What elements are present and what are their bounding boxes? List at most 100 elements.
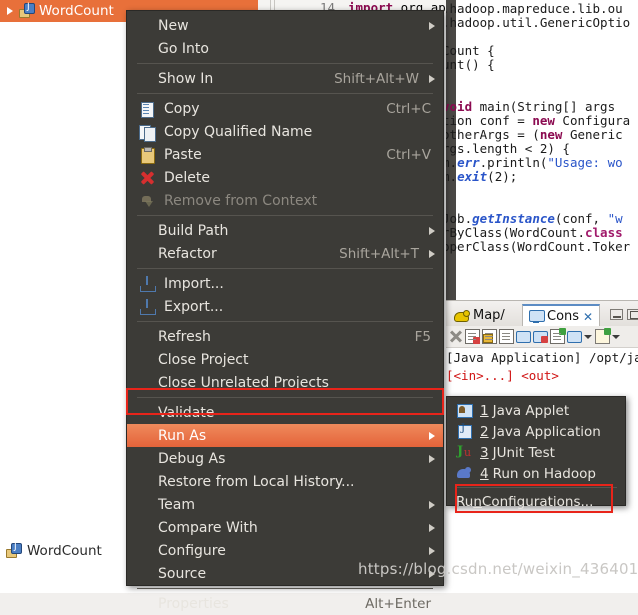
menu-item-refresh[interactable]: Refresh F5 xyxy=(127,325,443,348)
menu-item-remove-from-context: Remove from Context xyxy=(127,189,443,212)
menu-item-show-in[interactable]: Show In Shift+Alt+W xyxy=(127,67,443,90)
close-icon[interactable]: ✕ xyxy=(583,310,593,324)
tree-item-label: WordCount xyxy=(27,543,102,559)
menu-item-paste[interactable]: Paste Ctrl+V xyxy=(127,143,443,166)
submenu-arrow-icon xyxy=(429,501,435,509)
menu-separator xyxy=(137,63,433,64)
menu-separator xyxy=(137,268,433,269)
java-project-icon xyxy=(6,542,22,559)
menu-item-build-path[interactable]: Build Path xyxy=(127,219,443,242)
paste-icon xyxy=(138,146,158,164)
menu-item-close-project[interactable]: Close Project xyxy=(127,348,443,371)
menu-item-team[interactable]: Team xyxy=(127,493,443,516)
submenu-item-java-application[interactable]: 2 Java Application xyxy=(447,421,625,442)
menu-item-validate[interactable]: Validate xyxy=(127,401,443,424)
menu-separator xyxy=(137,321,433,322)
submenu-item-run-configurations[interactable]: Ru n Configurations... xyxy=(447,491,625,512)
code-line: void main(String[] args xyxy=(446,99,616,114)
open-console-icon[interactable] xyxy=(567,330,582,343)
code-line: tion conf = new Configura xyxy=(446,113,631,128)
show-console-icon[interactable] xyxy=(516,330,531,343)
menu-item-configure[interactable]: Configure xyxy=(127,539,443,562)
code-line: m.err.println("Usage: wo xyxy=(446,155,623,170)
menu-item-close-unrelated-projects[interactable]: Close Unrelated Projects xyxy=(127,371,443,394)
maximize-icon[interactable] xyxy=(627,309,638,320)
watermark: https://blog.csdn.net/weixin_43640161 xyxy=(358,560,638,578)
submenu-arrow-icon xyxy=(429,524,435,532)
menu-separator xyxy=(137,397,433,398)
delete-icon xyxy=(138,170,158,186)
menu-item-copy[interactable]: Copy Ctrl+C xyxy=(127,97,443,120)
java-application-icon xyxy=(456,423,474,439)
submenu-arrow-icon xyxy=(429,22,435,30)
menu-separator xyxy=(137,588,433,589)
chevron-down-icon[interactable] xyxy=(612,329,621,344)
menu-item-export[interactable]: Export... xyxy=(127,295,443,318)
menu-item-properties[interactable]: Properties Alt+Enter xyxy=(127,592,443,615)
submenu-arrow-icon xyxy=(429,250,435,258)
menu-item-refactor[interactable]: Refactor Shift+Alt+T xyxy=(127,242,443,265)
tree-item-wordcount-bottom[interactable]: WordCount xyxy=(6,542,102,559)
tab-map-reduce[interactable]: Map/ xyxy=(448,304,511,327)
terminate-all-icon[interactable] xyxy=(448,329,463,344)
code-line: unt() { xyxy=(446,57,495,72)
menu-separator xyxy=(137,215,433,216)
java-project-icon xyxy=(19,2,35,19)
chevron-down-icon[interactable] xyxy=(584,329,593,344)
console-launch-line: [Java Application] /opt/java/j xyxy=(446,350,638,365)
menu-item-run-as[interactable]: Run As xyxy=(127,424,443,447)
menu-item-go-into[interactable]: Go Into xyxy=(127,37,443,60)
menu-item-new[interactable]: New xyxy=(127,14,443,37)
code-line: .hadoop.mapreduce.lib.ou xyxy=(446,1,623,16)
word-wrap-icon[interactable] xyxy=(499,329,514,344)
new-console-view-icon[interactable] xyxy=(595,328,611,344)
scroll-lock-icon[interactable] xyxy=(482,329,497,344)
menu-item-restore-from-local-history[interactable]: Restore from Local History... xyxy=(127,470,443,493)
submenu-arrow-icon xyxy=(429,547,435,555)
console-toolbar[interactable] xyxy=(446,326,638,348)
tree-item-label: WordCount xyxy=(39,3,114,19)
tab-console[interactable]: Cons ✕ xyxy=(522,304,601,327)
java-applet-icon xyxy=(456,403,474,418)
console-tab-bar: Map/ Cons ✕ xyxy=(446,300,638,327)
menu-item-import[interactable]: Import... xyxy=(127,272,443,295)
remove-launch-icon[interactable] xyxy=(465,329,480,344)
junit-icon xyxy=(456,444,474,460)
code-line: Count { xyxy=(446,43,495,58)
tab-label: Map/ xyxy=(473,308,505,323)
code-line: pperClass(WordCount.Toker xyxy=(446,239,631,254)
copy-qualified-name-icon xyxy=(138,124,158,142)
hadoop-icon xyxy=(454,309,470,322)
submenu-arrow-icon xyxy=(429,432,435,440)
submenu-arrow-icon xyxy=(429,227,435,235)
console-icon xyxy=(529,310,545,323)
display-selected-console-icon[interactable] xyxy=(533,330,548,343)
code-line: rByClass(WordCount.class xyxy=(446,225,623,240)
context-menu[interactable]: New Go Into Show In Shift+Alt+W Copy Ctr… xyxy=(126,10,444,612)
minimize-icon[interactable] xyxy=(610,309,623,320)
menu-item-delete[interactable]: Delete xyxy=(127,166,443,189)
submenu-item-run-on-hadoop[interactable]: 4 Run on Hadoop xyxy=(447,463,625,484)
collapsed-arrow-icon[interactable] xyxy=(5,6,15,16)
menu-separator xyxy=(455,487,617,488)
import-icon xyxy=(138,275,158,292)
code-editor[interactable]: .hadoop.mapreduce.lib.ou .hadoop.util.Ge… xyxy=(446,0,638,300)
hadoop-elephant-icon xyxy=(456,466,474,481)
copy-icon xyxy=(138,101,158,118)
code-line: Job.getInstance(conf, "w xyxy=(446,211,623,226)
submenu-item-junit-test[interactable]: 3 JUnit Test xyxy=(447,442,625,463)
menu-item-compare-with[interactable]: Compare With xyxy=(127,516,443,539)
remove-from-context-icon xyxy=(138,193,158,209)
run-as-submenu[interactable]: 1 Java Applet 2 Java Application 3 JUnit… xyxy=(446,396,626,510)
code-line: .hadoop.util.GenericOptio xyxy=(446,15,631,30)
menu-item-copy-qualified-name[interactable]: Copy Qualified Name xyxy=(127,120,443,143)
code-line: otherArgs = (new Generic xyxy=(446,127,623,142)
submenu-arrow-icon xyxy=(429,455,435,463)
pin-console-icon[interactable] xyxy=(550,328,566,344)
code-line: m.exit(2); xyxy=(446,169,518,184)
code-line: rgs.length < 2) { xyxy=(446,141,570,156)
tab-label: Cons xyxy=(547,309,580,324)
menu-item-debug-as[interactable]: Debug As xyxy=(127,447,443,470)
export-icon xyxy=(138,298,158,315)
submenu-item-java-applet[interactable]: 1 Java Applet xyxy=(447,400,625,421)
